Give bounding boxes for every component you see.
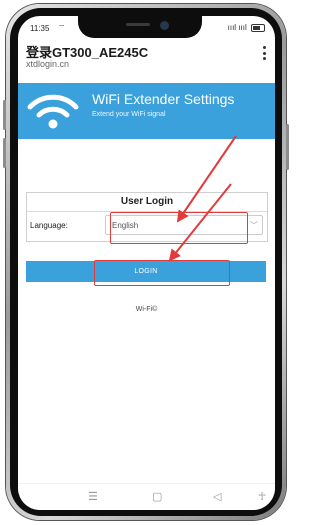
back-icon[interactable]: ◁: [213, 490, 221, 503]
phone-screen: 11:35 ⌔ ıııl ıııl 登录GT300_AE245C xtdlogi…: [18, 16, 275, 510]
battery-icon: [251, 23, 265, 32]
language-label: Language:: [30, 221, 68, 230]
chevron-down-icon: ﹀: [250, 221, 258, 230]
status-time: 11:35: [30, 24, 50, 33]
divider: [27, 211, 267, 212]
signal-icons: ıııl ıııl: [228, 23, 265, 32]
footer-text: Wi-Fi©: [135, 306, 158, 313]
login-panel: User Login Language: English ﹀: [26, 192, 268, 242]
more-vert-icon[interactable]: [261, 46, 267, 60]
banner: WiFi Extender Settings Extend your WiFi …: [18, 83, 275, 139]
banner-subtitle: Extend your WiFi signal: [92, 111, 166, 118]
volume-button-lower: [3, 138, 6, 168]
banner-title: WiFi Extender Settings: [92, 91, 235, 107]
accessibility-icon[interactable]: ☥: [258, 490, 266, 503]
status-bar: 11:35 ⌔ ıııl ıııl: [18, 16, 275, 38]
login-heading: User Login: [120, 196, 174, 207]
navigation-bar: ☰ ▢ ◁ ☥: [18, 483, 275, 510]
camera-icon: [160, 21, 169, 30]
menu-icon[interactable]: ☰: [88, 490, 98, 503]
home-icon[interactable]: ▢: [152, 490, 162, 503]
speaker-icon: [126, 23, 150, 26]
wifi-icon: [27, 94, 79, 129]
signal-icon: ıııl ıııl: [227, 23, 247, 32]
camera-notch: [78, 16, 202, 38]
language-select-value: English: [112, 221, 139, 230]
phone-frame: 11:35 ⌔ ıııl ıııl 登录GT300_AE245C xtdlogi…: [3, 4, 289, 520]
browser-header: 登录GT300_AE245C xtdlogin.cn: [18, 38, 275, 83]
login-button[interactable]: LOGIN: [26, 261, 266, 282]
volume-button: [3, 100, 6, 130]
wifi-status-icon: ⌔: [58, 23, 66, 32]
power-button: [286, 124, 289, 170]
language-select[interactable]: English ﹀: [105, 215, 263, 235]
page-url[interactable]: xtdlogin.cn: [26, 59, 69, 69]
